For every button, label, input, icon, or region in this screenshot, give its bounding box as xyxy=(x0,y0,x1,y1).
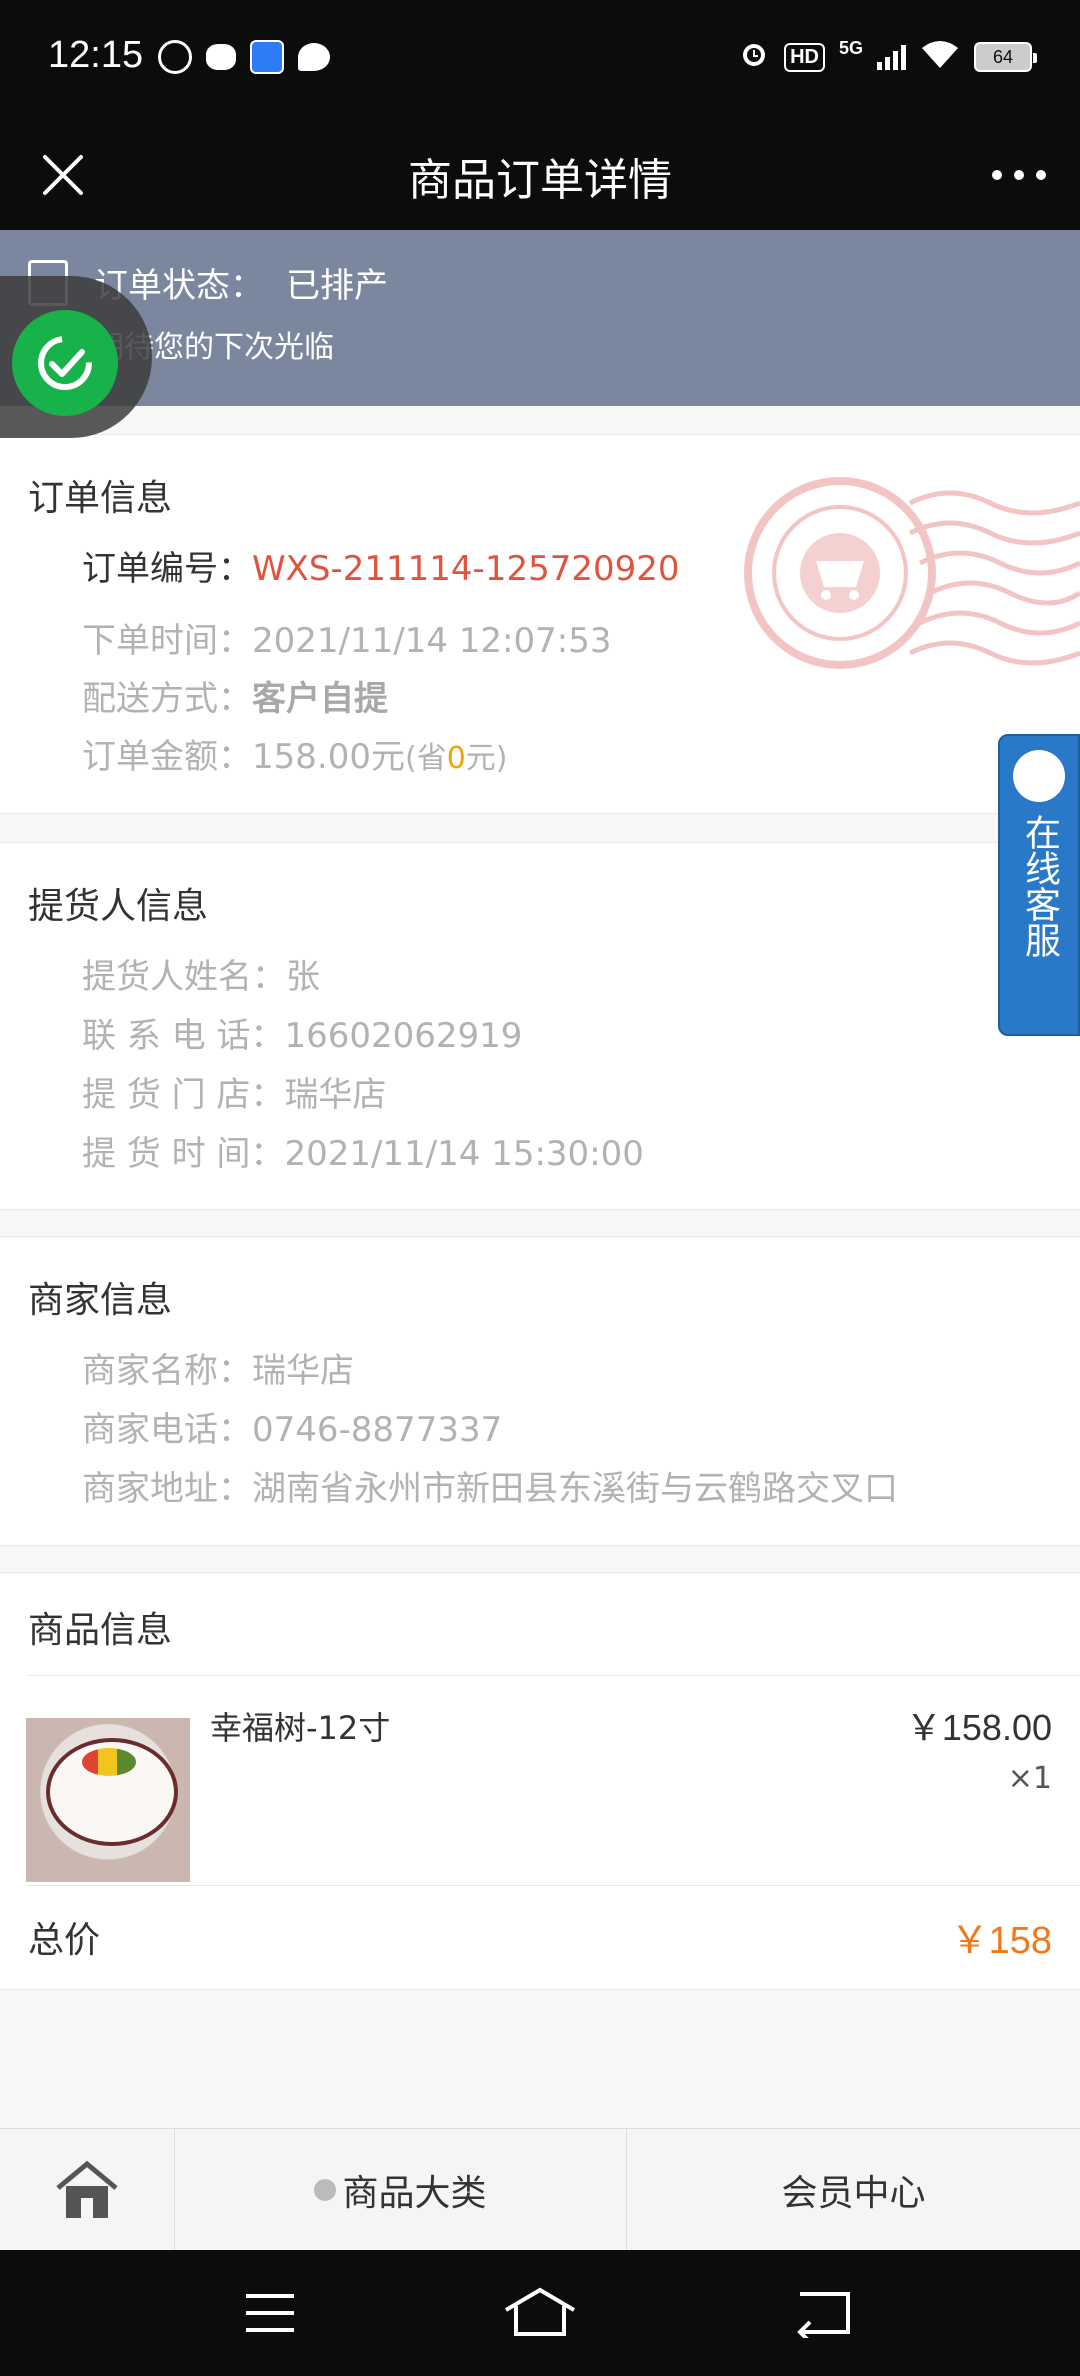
order-time-row: 下单时间：2021/11/14 12:07:53 xyxy=(82,613,611,662)
system-icons: HD 5G 64 xyxy=(738,38,1037,76)
pickup-time-label: 提 货 时 间： xyxy=(82,1134,285,1174)
network-type: 5G xyxy=(838,38,863,58)
merchant-address-label: 商家地址： xyxy=(82,1469,252,1509)
merchant-phone-row[interactable]: 商家电话：0746-8877337 xyxy=(82,1402,502,1451)
order-info-card: 订单信息 订单编号：WXS-211114-125720920 下单时间：2021… xyxy=(0,434,1080,814)
category-button[interactable]: 商品大类 xyxy=(175,2129,626,2251)
title-bar: 商品订单详情 xyxy=(0,120,1080,230)
product-info-title: 商品信息 xyxy=(28,1610,173,1651)
total-value: ￥158 xyxy=(950,1920,1052,1962)
pickup-name-label: 提货人姓名： xyxy=(82,957,286,997)
pickup-time-row: 提 货 时 间：2021/11/14 15:30:00 xyxy=(82,1126,644,1175)
merchant-name-label: 商家名称： xyxy=(82,1351,252,1391)
order-status-value: 已排产 xyxy=(286,266,388,306)
more-dot-icon xyxy=(992,170,1002,180)
notification-icons xyxy=(158,40,330,74)
headset-icon xyxy=(1013,750,1065,802)
pickup-store-row: 提 货 门 店：瑞华店 xyxy=(82,1067,386,1116)
pickup-store-value: 瑞华店 xyxy=(284,1075,387,1115)
order-time-label: 下单时间： xyxy=(82,621,252,661)
hd-badge: HD xyxy=(784,42,825,72)
order-status-banner: 订单状态： 已排产 期待您的下次光临 xyxy=(0,230,1080,406)
order-amount-value: 158.00元 xyxy=(252,737,405,777)
video-app-icon xyxy=(250,40,284,74)
check-circle-icon xyxy=(12,310,118,416)
more-dot-icon xyxy=(1014,170,1024,180)
alarm-icon xyxy=(738,38,770,76)
member-center-label: 会员中心 xyxy=(781,2173,926,2214)
pickup-phone-row: 联 系 电 话：16602062919 xyxy=(82,1008,522,1057)
product-qty: ×1 xyxy=(1007,1761,1052,1796)
member-center-button[interactable]: 会员中心 xyxy=(627,2129,1080,2251)
category-label: 商品大类 xyxy=(342,2173,487,2214)
wechat-icon xyxy=(206,44,236,70)
status-time: 12:15 xyxy=(48,34,144,76)
product-image[interactable] xyxy=(26,1718,190,1882)
order-amount-row: 订单金额：158.00元(省0元) xyxy=(82,729,508,778)
order-info-title: 订单信息 xyxy=(28,478,173,519)
saved-value: 0 xyxy=(446,741,466,776)
product-name[interactable]: 幸福树-12寸 xyxy=(210,1703,390,1749)
online-service-label: 在线客服 xyxy=(1019,814,1060,958)
home-icon xyxy=(56,2160,118,2218)
merchant-phone-label: 商家电话： xyxy=(82,1410,252,1450)
page-title: 商品订单详情 xyxy=(408,155,672,206)
battery-icon: 64 xyxy=(974,42,1037,72)
pickup-phone-value: 16602062919 xyxy=(284,1016,523,1056)
delivery-value: 客户自提 xyxy=(252,679,388,719)
order-number-row: 订单编号：WXS-211114-125720920 xyxy=(82,541,680,590)
saved-prefix: (省 xyxy=(404,741,447,776)
back-icon[interactable] xyxy=(794,2288,854,2338)
wifi-icon xyxy=(920,38,960,76)
home-nav-icon[interactable] xyxy=(502,2286,578,2338)
status-bar: 12:15 HD 5G 64 xyxy=(0,0,1080,120)
total-label: 总价 xyxy=(28,1920,101,1961)
merchant-address-row: 商家地址：湖南省永州市新田县东溪街与云鹤路交叉口 xyxy=(82,1461,898,1510)
product-price: ￥158.00 xyxy=(905,1707,1052,1748)
order-number-label: 订单编号： xyxy=(82,549,252,589)
merchant-name-row: 商家名称：瑞华店 xyxy=(82,1343,354,1392)
collection-stamp-icon xyxy=(744,477,1080,669)
order-amount-label: 订单金额： xyxy=(82,737,252,777)
divider xyxy=(28,1675,1080,1676)
merchant-info-title: 商家信息 xyxy=(28,1280,173,1321)
more-button[interactable] xyxy=(986,142,1052,208)
pickup-name-value: 张 xyxy=(286,957,320,997)
delivery-row: 配送方式：客户自提 xyxy=(82,671,388,720)
pickup-store-label: 提 货 门 店： xyxy=(82,1075,285,1115)
online-service-button[interactable]: 在线客服 xyxy=(998,734,1080,1036)
order-number-value: WXS-211114-125720920 xyxy=(252,549,680,589)
merchant-name-value: 瑞华店 xyxy=(252,1351,354,1391)
pickup-time-value: 2021/11/14 15:30:00 xyxy=(284,1134,644,1174)
pickup-name-row: 提货人姓名：张 xyxy=(82,949,320,998)
bottom-nav: 商品大类 会员中心 xyxy=(0,2128,1080,2251)
k-app-icon xyxy=(158,40,192,74)
pickup-phone-label: 联 系 电 话： xyxy=(82,1016,285,1056)
order-status: 订单状态： 已排产 xyxy=(94,258,388,307)
pickup-info-title: 提货人信息 xyxy=(28,886,209,927)
signal-icon xyxy=(877,44,906,70)
merchant-phone-value[interactable]: 0746-8877337 xyxy=(252,1410,502,1450)
floating-check-button[interactable] xyxy=(0,276,152,438)
more-dot-icon xyxy=(1036,170,1046,180)
pickup-info-card: 提货人信息 提货人姓名：张 联 系 电 话：16602062919 提 货 门 … xyxy=(0,842,1080,1210)
system-nav-bar xyxy=(0,2250,1080,2376)
order-time-value: 2021/11/14 12:07:53 xyxy=(252,621,612,661)
delivery-label: 配送方式： xyxy=(82,679,252,719)
merchant-info-card: 商家信息 商家名称：瑞华店 商家电话：0746-8877337 商家地址：湖南省… xyxy=(0,1236,1080,1546)
merchant-address-value: 湖南省永州市新田县东溪街与云鹤路交叉口 xyxy=(252,1469,898,1509)
menu-icon[interactable] xyxy=(242,2290,298,2336)
home-button[interactable] xyxy=(0,2129,174,2251)
divider xyxy=(28,1885,1080,1886)
category-icon xyxy=(314,2179,337,2201)
saved-suffix: 元) xyxy=(465,741,508,776)
message-icon xyxy=(298,43,330,71)
